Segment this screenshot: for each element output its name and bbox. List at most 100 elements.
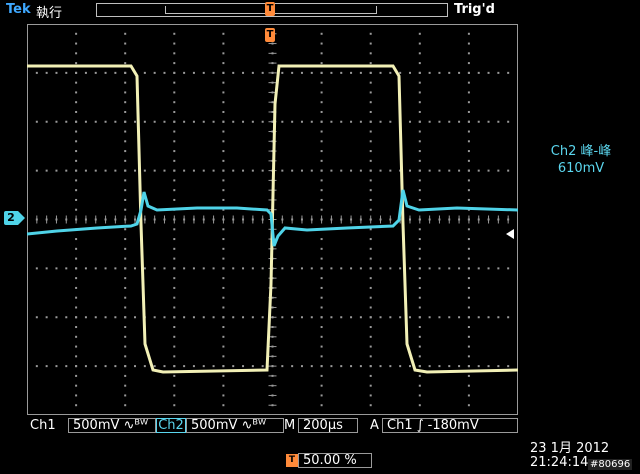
graticule-dot [418,159,421,162]
graticule-dot [408,267,411,270]
graticule-dot [45,169,48,172]
graticule-dot [448,316,451,319]
graticule-dot [281,267,284,270]
graticule-dot [467,150,470,153]
trigger-level: -180mV [427,418,479,433]
graticule-dot [45,316,48,319]
graticule-dot [173,296,176,299]
graticule-dot [369,130,372,133]
graticule-dot [389,71,392,74]
graticule-dot [173,384,176,387]
graticule-dot [94,316,97,319]
graticule-dot [124,110,127,113]
graticule-dot [320,247,323,250]
graticule-dot [261,316,264,319]
graticule-dot [124,335,127,338]
graticule-dot [418,374,421,377]
graticule-dot [467,286,470,289]
graticule-dot [202,316,205,319]
graticule-dot [320,208,323,211]
graticule-dot [183,267,186,270]
graticule-dot [467,247,470,250]
graticule-dot [163,316,166,319]
graticule-dot [173,316,176,319]
graticule-dot [467,81,470,84]
graticule-dot [153,120,156,123]
graticule-dot [173,326,176,329]
graticule-dot [418,101,421,104]
graticule-dot [75,404,78,407]
graticule-dot [124,120,127,123]
graticule-dot [153,365,156,368]
graticule-dot [222,140,225,143]
graticule-dot [75,374,78,377]
graticule-dot [173,247,176,250]
graticule-dot [507,169,510,172]
graticule-dot [467,394,470,397]
graticule-dot [350,267,353,270]
graticule-dot [114,267,117,270]
graticule-dot [222,296,225,299]
graticule-dot [330,169,333,172]
ch2-label: Ch2 [156,418,186,433]
graticule-dot [300,71,303,74]
graticule-dot [281,71,284,74]
graticule-dot [84,71,87,74]
timebase-value: 200µs [303,418,343,433]
graticule-dot [124,42,127,45]
graticule-dot [75,159,78,162]
graticule-dot [251,316,254,319]
graticule-dot [202,71,205,74]
graticule-dot [183,120,186,123]
graticule-dot [507,316,510,319]
graticule-dot [222,169,225,172]
ch1-label: Ch1 [30,418,56,433]
graticule-dot [173,189,176,192]
graticule-dot [379,365,382,368]
graticule-dot [173,110,176,113]
graticule-dot [173,414,176,415]
graticule-dot [320,130,323,133]
graticule-dot [408,71,411,74]
graticule-dot [418,169,421,172]
graticule-dot [369,32,372,35]
graticule-dot [418,355,421,358]
graticule-dot [173,130,176,133]
graticule-dot [467,277,470,280]
graticule-dot [350,120,353,123]
graticule-dot [134,120,137,123]
top-status-bar: Tek 執行 T Trig'd [0,0,640,22]
graticule-dot [359,120,362,123]
graticule-dot [173,228,176,231]
graticule-dot [124,355,127,358]
graticule-dot [173,277,176,280]
graticule-dot [458,267,461,270]
graticule-dot [467,404,470,407]
graticule-dot [418,404,421,407]
graticule-dot [45,71,48,74]
graticule-dot [232,267,235,270]
graticule-dot [124,179,127,182]
graticule-dot [75,394,78,397]
graticule-dot [320,32,323,35]
graticule-dot [222,238,225,241]
trigger-level-arrow-icon [506,229,514,239]
graticule-dot [202,120,205,123]
graticule-dot [330,71,333,74]
graticule-dot [134,267,137,270]
graticule-dot [369,277,372,280]
graticule-dot [55,169,58,172]
graticule-dot [418,179,421,182]
graticule-dot [75,52,78,55]
graticule-dot [261,120,264,123]
graticule-dot [448,267,451,270]
graticule-dot [467,267,470,270]
graticule-dot [320,62,323,65]
graticule-dot [418,228,421,231]
graticule-dot [458,120,461,123]
graticule-dot [153,267,156,270]
graticule-dot [467,42,470,45]
graticule-dot [222,394,225,397]
graticule-dot [428,169,431,172]
graticule-dot [291,169,294,172]
